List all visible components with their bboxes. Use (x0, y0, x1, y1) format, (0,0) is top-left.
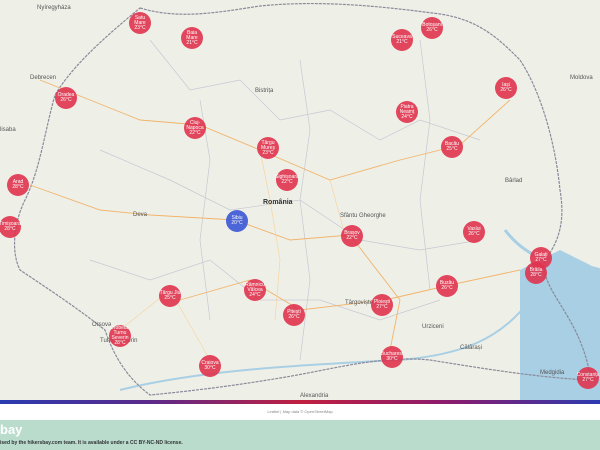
marker-temperature: 28°C (530, 272, 542, 278)
licence-text: ised by the hikersbay.com team. It is av… (0, 440, 183, 446)
weather-marker-satu-mare[interactable]: Satu Mare 23°C (129, 12, 151, 34)
marker-city-name: Baia Mare (186, 29, 198, 41)
weather-marker-drobeta[interactable]: Drobeta-Turnu Severin 28°C (109, 325, 131, 347)
marker-temperature: 26°C (500, 87, 512, 93)
marker-temperature: 23°C (262, 149, 274, 156)
place-label-lisaba: lisaba (0, 127, 16, 133)
marker-city-name: Râmnicu Vâlcea (245, 281, 265, 293)
weather-marker-botosani[interactable]: Botoșani 26°C (421, 17, 443, 39)
weather-marker-brasov[interactable]: Brașov 22°C (341, 225, 363, 247)
place-label-moldova: Moldova (570, 75, 593, 81)
weather-marker-buzau[interactable]: Buzău 26°C (436, 275, 458, 297)
marker-city-name: Târgu Mureș (261, 139, 275, 151)
marker-temperature: 30°C (386, 356, 398, 362)
weather-marker-cluj[interactable]: Cluj-Napoca 22°C (184, 117, 206, 139)
place-label-barlad: Bârlad (505, 178, 523, 184)
weather-marker-vaslui[interactable]: Vaslui 26°C (463, 221, 485, 243)
place-label-sfantu: Sfântu Gheorghe (340, 213, 386, 219)
weather-marker-sighisoara[interactable]: Sighișoara 22°C (275, 169, 299, 191)
marker-temperature: 27°C (582, 377, 594, 383)
place-label-calarasi: Călărași (460, 345, 483, 351)
country-label: România (263, 199, 293, 206)
weather-marker-targu-jiu[interactable]: Târgu Jiu 25°C (159, 285, 181, 307)
weather-marker-iasi[interactable]: Iași 26°C (495, 77, 517, 99)
map[interactable]: România Nyíregyháza Debrecen Bistrița Moldo… (0, 0, 600, 400)
marker-temperature: 21°C (186, 39, 198, 46)
footer: bay ised by the hikersbay.com team. It i… (0, 420, 600, 450)
weather-marker-piatra-neamt[interactable]: Piatra Neamț 24°C (396, 101, 418, 123)
place-label-deva: Deva (133, 212, 148, 218)
place-label-urziceni: Urziceni (422, 324, 444, 330)
weather-marker-arad[interactable]: Arad 28°C (7, 174, 29, 196)
marker-temperature: 26°C (441, 285, 453, 291)
marker-temperature: 26°C (288, 314, 300, 320)
place-label-medgidia: Medgidia (540, 370, 565, 376)
weather-marker-craiova[interactable]: Craiova 30°C (199, 355, 221, 377)
marker-temperature: 23°C (134, 24, 146, 31)
marker-temperature: 22°C (346, 235, 358, 241)
weather-marker-oradea[interactable]: Oradea 26°C (55, 87, 77, 109)
weather-marker-timisoara[interactable]: Timișoara 28°C (0, 216, 21, 238)
weather-marker-pitesti[interactable]: Pitești 26°C (283, 304, 305, 326)
weather-marker-targu-mures[interactable]: Târgu Mureș 23°C (257, 137, 279, 159)
brand-logo-text[interactable]: bay (0, 422, 22, 437)
marker-temperature: 30°C (204, 365, 216, 371)
marker-temperature: 28°C (114, 340, 126, 346)
marker-temperature: 22°C (281, 179, 293, 185)
weather-marker-bucharest[interactable]: Bucharest 30°C (381, 346, 403, 368)
marker-city-name: Drobeta-Turnu Severin (110, 325, 130, 341)
marker-city-name: Cluj-Napoca (186, 119, 204, 131)
map-base-layer (14, 2, 600, 400)
place-label-nyiregyhaza: Nyíregyháza (37, 5, 71, 11)
marker-temperature: 22°C (189, 129, 201, 136)
marker-temperature: 28°C (4, 226, 16, 232)
main-roads (29, 79, 521, 351)
marker-temperature: 27°C (376, 304, 388, 310)
marker-temperature: 25°C (446, 146, 458, 152)
marker-temperature: 28°C (12, 184, 24, 190)
marker-temperature: 26°C (468, 231, 480, 237)
marker-temperature: 21°C (396, 39, 408, 45)
place-label-targoviste: Târgoviște (345, 300, 374, 306)
marker-temperature: 26°C (426, 27, 438, 33)
place-label-alexandria: Alexandria (300, 393, 329, 399)
place-label-debrecen: Debrecen (30, 75, 57, 81)
weather-marker-bacau[interactable]: Bacău 25°C (441, 136, 463, 158)
marker-temperature: 20°C (231, 220, 243, 226)
secondary-roads (119, 149, 346, 361)
weather-marker-constanta[interactable]: Constanța 27°C (577, 367, 599, 389)
marker-temperature: 26°C (60, 97, 72, 103)
marker-temperature: 25°C (164, 295, 176, 301)
marker-temperature: 24°C (249, 291, 261, 298)
weather-marker-sibiu[interactable]: Sibiu 20°C (226, 210, 248, 232)
marker-city-name: Satu Mare (134, 14, 146, 26)
weather-marker-ploiesti[interactable]: Ploiești 27°C (371, 294, 393, 316)
weather-marker-baia-mare[interactable]: Baia Mare 21°C (181, 27, 203, 49)
map-attribution: Leaflet | Map data © OpenStreetMap (0, 404, 600, 420)
country-border (14, 2, 591, 396)
weather-marker-ramnicu[interactable]: Râmnicu Vâlcea 24°C (244, 279, 266, 301)
marker-temperature: 24°C (401, 113, 413, 120)
marker-city-name: Piatra Neamț (399, 103, 415, 115)
place-label-bistrita: Bistrița (255, 88, 274, 94)
weather-marker-braila[interactable]: Brăila 28°C (525, 262, 547, 284)
weather-marker-suceava[interactable]: Suceava 21°C (391, 29, 413, 51)
